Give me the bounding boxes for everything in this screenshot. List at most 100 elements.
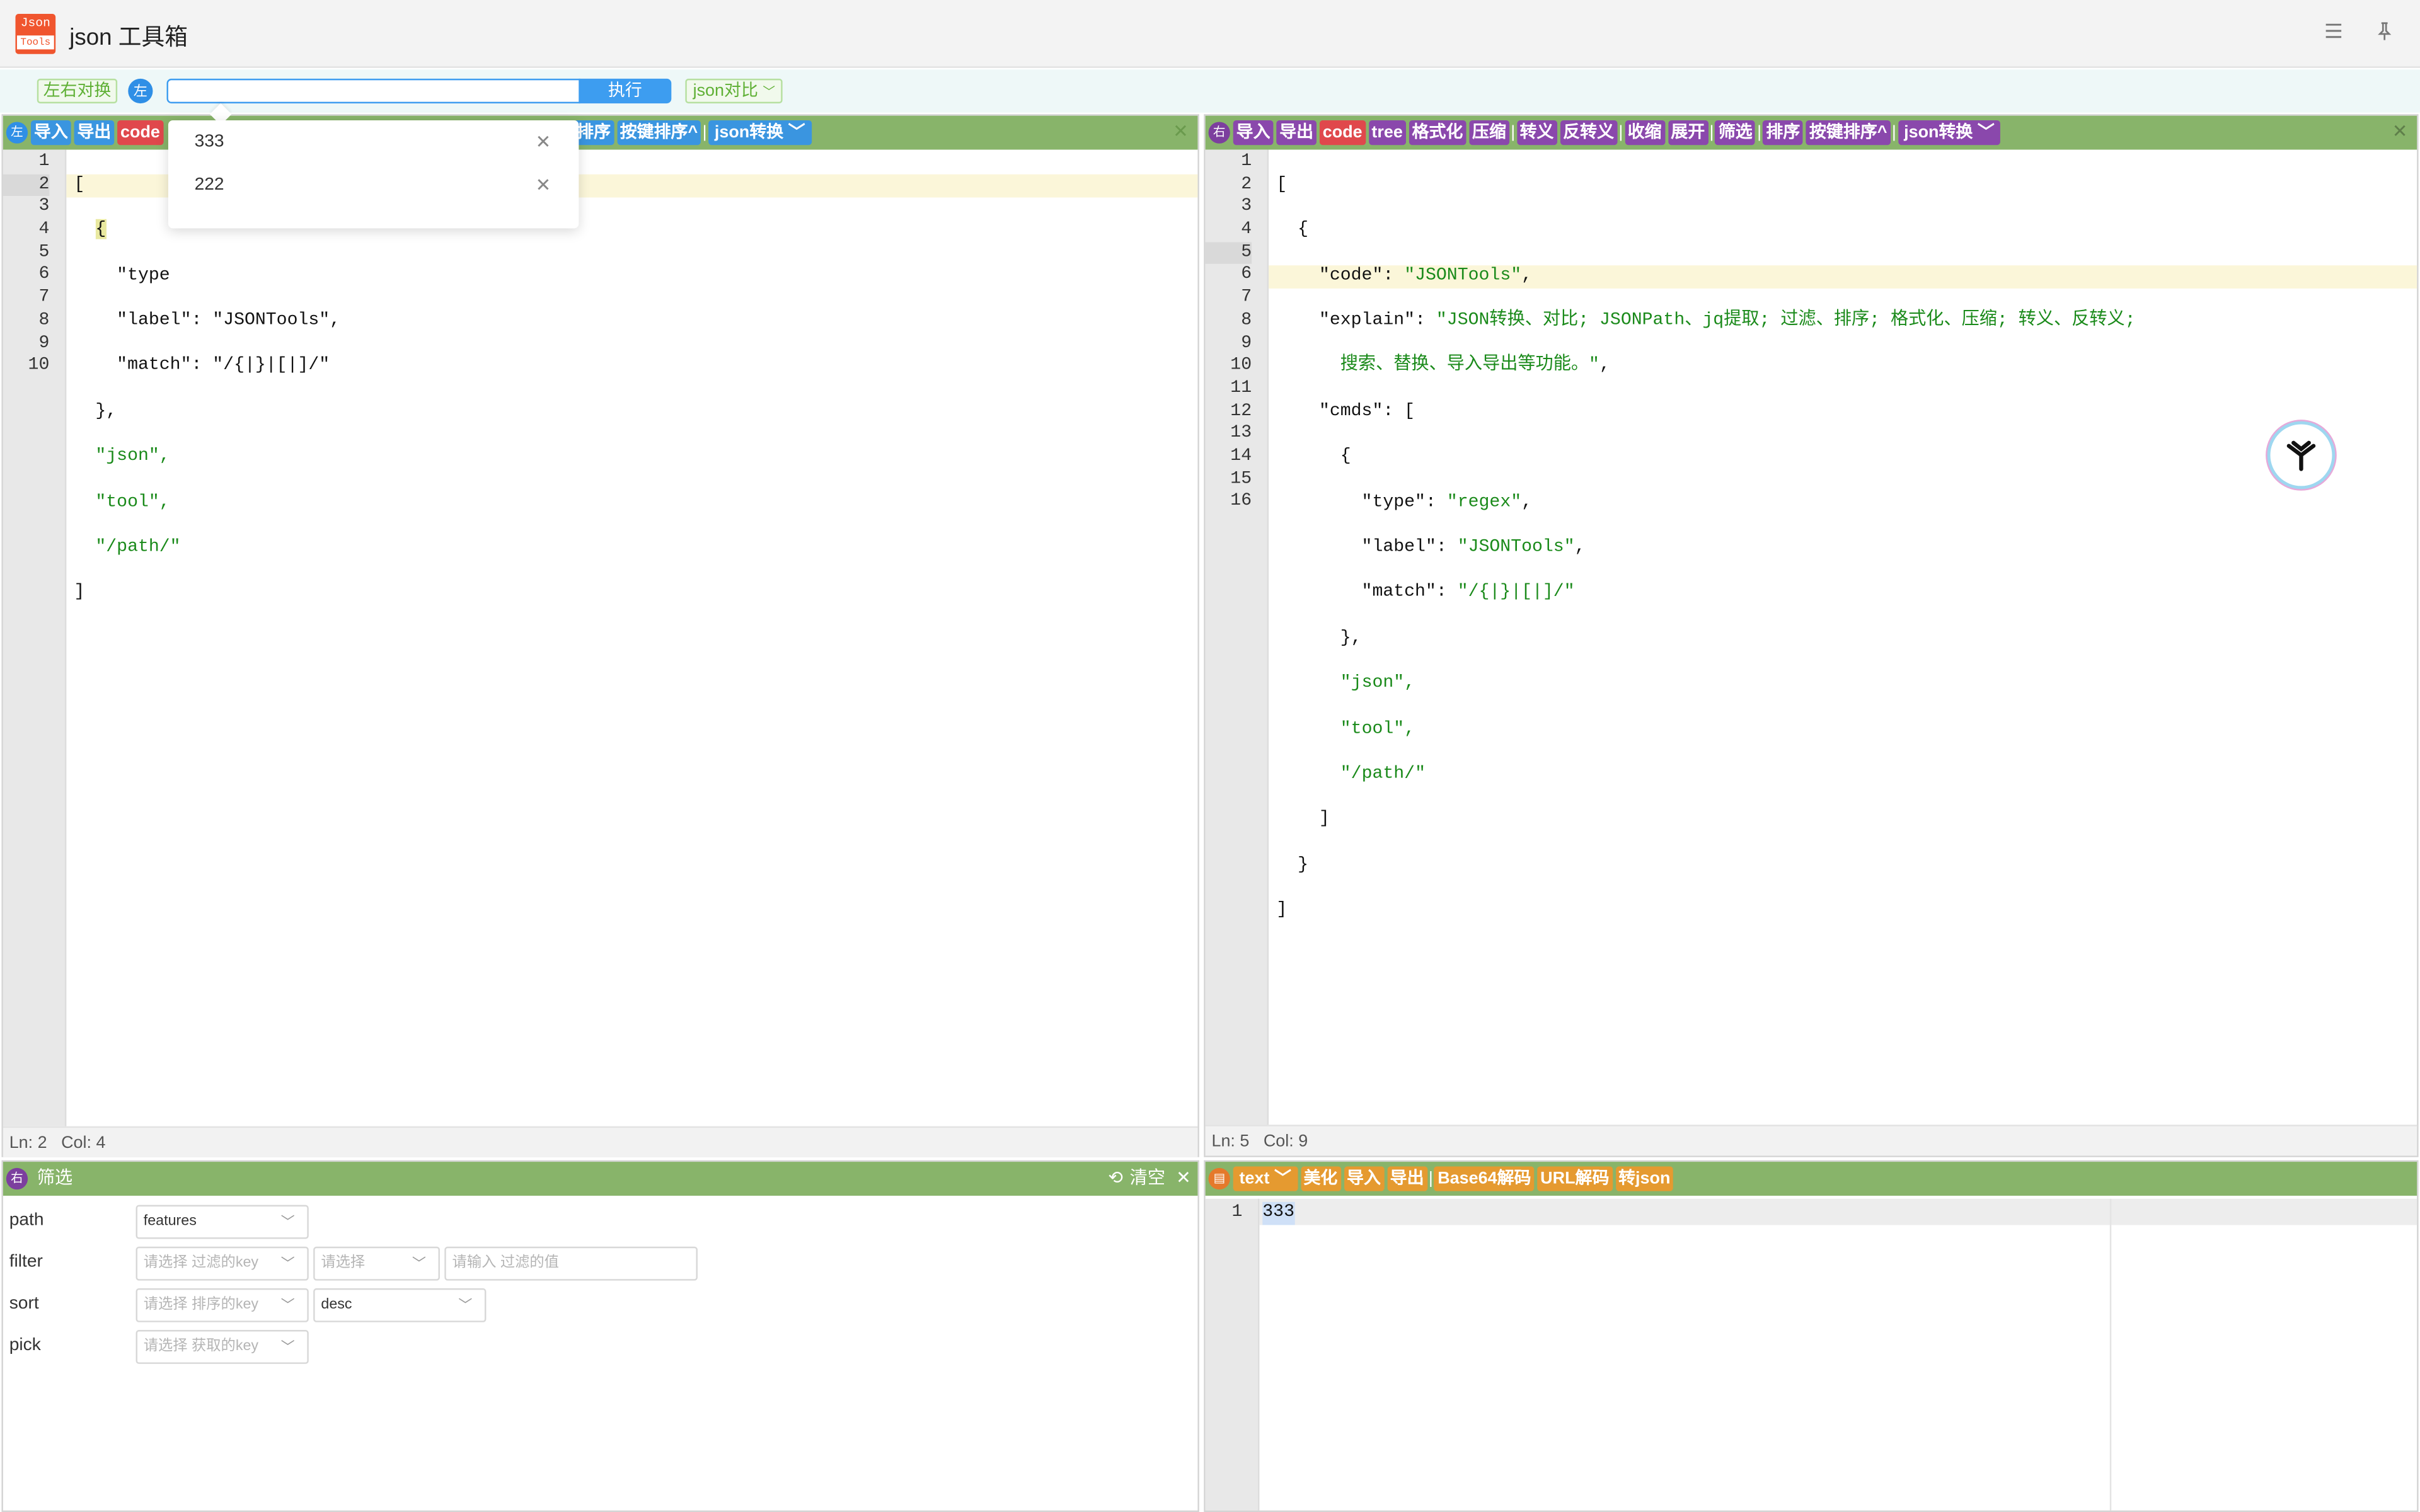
compress-button[interactable]: 压缩 (1469, 120, 1509, 146)
filter-header: 右 筛选 ⟲ 清空 ✕ (3, 1162, 1198, 1196)
sort-key-select[interactable]: 请选择 排序的key ﹀ (135, 1288, 309, 1322)
line-number: 16 (1230, 491, 1252, 512)
filter-op-select[interactable]: 请选择 ﹀ (313, 1246, 440, 1281)
chevron-down-icon: ﹀ (458, 1297, 473, 1314)
close-icon[interactable]: ✕ (1176, 1162, 1191, 1196)
code-button[interactable]: code (1319, 120, 1366, 146)
line-number: 15 (1230, 468, 1252, 489)
sort-label: sort (9, 1294, 39, 1314)
close-icon[interactable]: ✕ (2392, 120, 2408, 142)
chevron-down-icon: ﹀ (280, 1339, 295, 1355)
line-number: 9 (38, 332, 50, 353)
close-icon[interactable]: ✕ (536, 120, 551, 164)
sort-button[interactable]: 排序 (573, 120, 614, 146)
pick-key-select[interactable]: 请选择 获取的key ﹀ (135, 1330, 309, 1364)
exec-button[interactable]: 执行 (579, 78, 672, 104)
line-number: 7 (1241, 287, 1252, 307)
mode-select[interactable]: text ﹀ (1233, 1166, 1298, 1191)
filter-button[interactable]: 筛选 (1715, 120, 1756, 146)
code-text: "JSON转换、对比; JSONPath、jq提取; 过滤、排序; 格式化、压缩… (1436, 310, 2136, 330)
clear-button[interactable]: 清空 (1130, 1162, 1165, 1196)
sort-button[interactable]: 排序 (1763, 120, 1804, 146)
swap-button[interactable]: 左右对换 (37, 78, 118, 104)
history-item[interactable]: 333 ✕ (168, 120, 579, 164)
sort-order-select[interactable]: desc ﹀ (313, 1288, 487, 1322)
right-gutter: 1 2 3 4 5 6 7 8 9 10 11 12 13 14 15 16 (1205, 149, 1269, 1126)
line-number: 4 (38, 219, 50, 239)
filter-key-select[interactable]: 请选择 过滤的key ﹀ (135, 1246, 309, 1281)
code-text: "label" (1361, 537, 1436, 557)
path-value: features (143, 1212, 197, 1230)
code-text: "/path/" (1340, 764, 1426, 784)
export-button[interactable]: 导出 (1386, 1166, 1427, 1191)
export-button[interactable]: 导出 (74, 120, 115, 146)
text-gutter: 1 (1205, 1198, 1260, 1511)
pick-label: pick (9, 1336, 41, 1355)
line-number: 8 (38, 309, 50, 330)
unescape-button[interactable]: 反转义 (1560, 120, 1617, 146)
filter-value-input[interactable]: 请输入 过滤的值 (444, 1246, 698, 1281)
import-button[interactable]: 导入 (30, 120, 71, 146)
line-number: 4 (1241, 219, 1252, 239)
url-decode-button[interactable]: URL解码 (1537, 1166, 1613, 1191)
left-side-badge: 左 (6, 122, 28, 144)
placeholder: 请选择 (321, 1254, 366, 1271)
right-code[interactable]: [ { "code": "JSONTools", "explain": "JSO… (1276, 151, 2135, 968)
export-button[interactable]: 导出 (1276, 120, 1317, 146)
exec-input[interactable] (166, 78, 580, 104)
line-number: 10 (1230, 355, 1252, 375)
to-json-button[interactable]: 转json (1615, 1166, 1674, 1191)
collapse-button[interactable]: 收缩 (1624, 120, 1665, 146)
pin-icon[interactable] (2371, 20, 2399, 48)
code-text: 搜索、替换、导入导出等功能。" (1340, 355, 1599, 375)
right-side-badge: 右 (1208, 122, 1230, 144)
beautify-button[interactable]: 美化 (1300, 1166, 1341, 1191)
close-icon[interactable]: ✕ (536, 164, 551, 207)
line-number: 5 (38, 241, 50, 262)
compare-select[interactable]: json对比 ﹀ (685, 78, 783, 104)
sort-by-key-button[interactable]: 按键排序^ (616, 120, 701, 146)
line-number: 1 (1241, 151, 1252, 171)
history-item-label: 333 (194, 132, 224, 152)
side-indicator[interactable]: 左 (128, 78, 153, 104)
json-convert-label: json转换 (1904, 123, 1973, 142)
expand-button[interactable]: 展开 (1668, 120, 1708, 146)
base64-decode-button[interactable]: Base64解码 (1434, 1166, 1535, 1191)
json-convert-button[interactable]: json转换 ﹀ (1898, 120, 2001, 146)
filter-side-badge: 右 (6, 1167, 28, 1190)
right-toolbar: 右 导入 导出 code tree 格式化 压缩 | 转义 反转义 | 收缩 展… (1205, 115, 2417, 150)
escape-button[interactable]: 转义 (1516, 120, 1557, 146)
logo-subtext: Tools (16, 35, 54, 50)
import-button[interactable]: 导入 (1233, 120, 1274, 146)
sort-by-key-label: 按键排序 (619, 123, 688, 142)
line-number: 2 (1241, 173, 1252, 194)
placeholder: 请选择 排序的key (143, 1296, 259, 1314)
path-select[interactable]: features ﹀ (135, 1205, 309, 1239)
text-content[interactable]: 333 (1262, 1201, 1295, 1225)
sort-by-key-button[interactable]: 按键排序^ (1806, 120, 1891, 146)
code-text: "/{|}|[|]/" (1457, 582, 1575, 602)
line-number: 10 (28, 355, 50, 375)
code-text: "json", (95, 446, 170, 466)
filter-title: 筛选 (37, 1169, 73, 1188)
code-text: "regex" (1446, 491, 1522, 512)
text-panel: ▤ text ﹀ 美化 导入 导出 | Base64解码 URL解码 转json… (1204, 1160, 2419, 1512)
code-text: "cmds" (1318, 401, 1383, 421)
json-convert-button[interactable]: json转换 ﹀ (708, 120, 812, 146)
document-icon: ▤ (1208, 1167, 1230, 1190)
code-button[interactable]: code (117, 120, 163, 146)
compare-select-value: json对比 (693, 81, 758, 101)
line-number: 3 (38, 196, 50, 217)
code-text: }, (95, 401, 117, 421)
chevron-down-icon: ﹀ (763, 84, 776, 99)
close-icon[interactable]: ✕ (1173, 120, 1189, 142)
line-number: 1 (38, 151, 50, 171)
format-button[interactable]: 格式化 (1409, 120, 1466, 146)
line-number: 9 (1241, 332, 1252, 353)
tree-button[interactable]: tree (1368, 120, 1406, 146)
floating-assistant-icon[interactable] (2270, 424, 2332, 486)
history-item[interactable]: 222 ✕ (168, 164, 579, 207)
import-button[interactable]: 导入 (1344, 1166, 1384, 1191)
line-number: 8 (1241, 309, 1252, 330)
menu-icon[interactable] (2320, 20, 2348, 48)
